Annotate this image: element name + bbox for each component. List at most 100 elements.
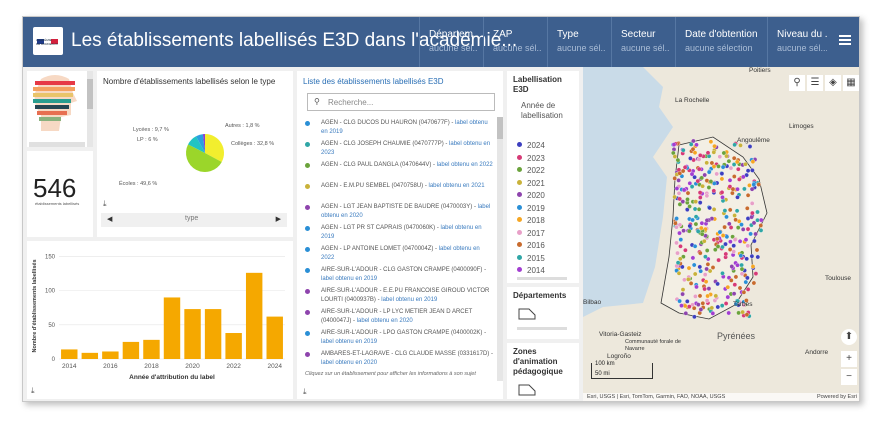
establishment-point[interactable] [672,176,677,181]
establishment-point[interactable] [704,178,710,183]
establishment-point[interactable] [724,214,729,220]
establishment-point[interactable] [688,142,694,147]
establishment-point[interactable] [677,171,683,176]
establishment-point[interactable] [693,199,698,204]
establishment-point[interactable] [689,184,695,189]
establishment-point[interactable] [706,185,712,190]
establishment-point[interactable] [731,243,736,248]
establishment-point[interactable] [679,303,684,308]
establishment-point[interactable] [720,195,725,200]
establishment-point[interactable] [702,172,707,178]
establishment-point[interactable] [751,182,757,187]
establishment-point[interactable] [696,302,701,307]
establishment-point[interactable] [752,238,757,244]
establishment-point[interactable] [710,311,716,316]
establishment-point[interactable] [717,154,723,159]
bar[interactable] [266,316,283,359]
establishment-point[interactable] [728,239,733,244]
establishment-point[interactable] [729,278,734,283]
establishment-point[interactable] [744,312,750,317]
establishment-point[interactable] [720,271,725,276]
establishment-point[interactable] [704,266,709,272]
establishment-point[interactable] [702,238,707,244]
establishment-point[interactable] [672,194,677,200]
establishment-point[interactable] [725,294,731,300]
establishment-point[interactable] [723,301,729,306]
chevron-right-icon[interactable]: ▶ [276,215,281,223]
establishment-point[interactable] [691,262,697,268]
establishment-point[interactable] [727,207,733,213]
list-download-icon[interactable]: ⤓ [303,387,307,397]
establishment-point[interactable] [711,188,717,194]
zoom-out-button[interactable]: − [841,369,857,385]
establishment-point[interactable] [714,171,719,177]
establishment-point[interactable] [749,186,755,192]
establishment-point[interactable] [736,166,741,172]
bar[interactable] [122,341,140,359]
establishment-point[interactable] [697,190,703,195]
establishment-point[interactable] [697,200,703,205]
establishment-point[interactable] [720,244,725,250]
establishment-point[interactable] [699,231,705,237]
establishment-point[interactable] [731,155,737,161]
establishment-point[interactable] [678,256,683,262]
bar[interactable] [61,349,78,359]
establishment-point[interactable] [719,303,725,308]
establishment-point[interactable] [697,264,703,270]
establishment-point[interactable] [758,228,764,233]
establishment-point[interactable] [705,293,710,299]
bar[interactable] [143,339,160,359]
establishment-point[interactable] [674,216,679,221]
establishment-point[interactable] [715,304,721,310]
establishment-point[interactable] [743,279,749,285]
illustration-scrollbar[interactable] [87,71,93,147]
establishment-point[interactable] [693,221,699,227]
establishment-point[interactable] [676,178,681,183]
establishment-point[interactable] [706,169,712,175]
establishment-point[interactable] [695,178,701,184]
establishment-point[interactable] [698,268,703,274]
establishment-point[interactable] [729,264,735,269]
basemap-icon[interactable]: ▦ [843,75,859,91]
layers-icon[interactable]: ◈ [825,75,841,91]
establishment-point[interactable] [702,272,708,277]
establishment-point[interactable] [738,253,744,258]
establishment-point[interactable] [727,221,732,227]
establishment-point[interactable] [731,249,736,254]
establishment-point[interactable] [745,287,751,292]
establishment-point[interactable] [707,205,712,211]
establishment-point[interactable] [711,207,717,212]
establishment-point[interactable] [693,294,698,299]
bar[interactable] [225,333,242,359]
establishment-point[interactable] [699,220,705,226]
establishment-point[interactable] [739,222,744,227]
legend-scroll[interactable] [517,277,567,280]
establishment-point[interactable] [733,274,739,280]
establishment-point[interactable] [727,178,733,183]
illustration-hscroll[interactable] [29,142,85,147]
establishment-point[interactable] [745,275,750,281]
establishment-point[interactable] [735,225,741,230]
establishment-point[interactable] [726,158,732,164]
search-input[interactable]: ⚲ Recherche... [307,93,495,111]
establishment-point[interactable] [735,186,740,192]
establishment-point[interactable] [704,248,710,253]
establishment-point[interactable] [700,183,705,189]
establishment-point[interactable] [690,255,696,261]
establishment-point[interactable] [745,243,751,249]
establishment-point[interactable] [677,202,683,207]
establishment-point[interactable] [715,281,720,287]
establishment-point[interactable] [677,196,682,202]
establishment-point[interactable] [750,264,756,269]
establishment-point[interactable] [696,166,702,172]
establishment-point[interactable] [695,229,701,234]
establishment-point[interactable] [677,230,682,236]
establishment-point[interactable] [704,193,710,199]
establishment-point[interactable] [694,284,699,290]
establishment-point[interactable] [676,271,682,276]
establishment-point[interactable] [674,240,679,246]
establishment-point[interactable] [758,217,764,223]
establishment-point[interactable] [745,206,750,211]
filter-niveau[interactable]: Niveau du ... aucune sél... [767,17,833,67]
compass-icon[interactable]: ⬆ [841,329,857,345]
